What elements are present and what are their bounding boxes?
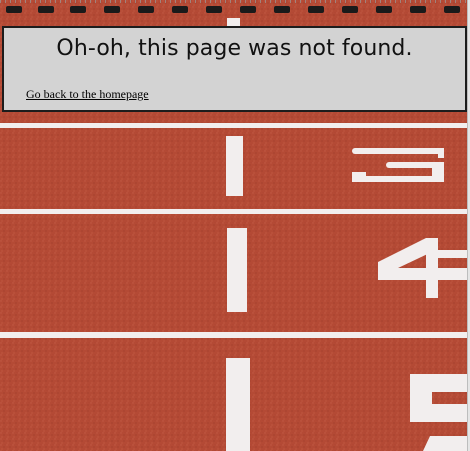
homepage-link[interactable]: Go back to the homepage — [26, 87, 149, 101]
not-found-title: Oh-oh, this page was not found. — [56, 36, 413, 61]
not-found-notice: Oh-oh, this page was not found. Go back … — [2, 26, 467, 112]
top-ruler-marks — [0, 0, 467, 3]
page-content: Oh-oh, this page was not found. Go back … — [0, 0, 467, 451]
browser-viewport: Oh-oh, this page was not found. Go back … — [0, 0, 470, 451]
